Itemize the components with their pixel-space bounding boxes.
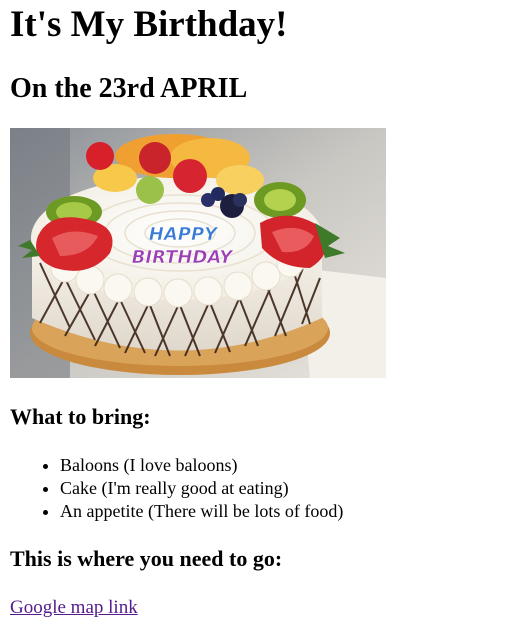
svg-text:BIRTHDAY: BIRTHDAY bbox=[132, 247, 235, 268]
google-map-link[interactable]: Google map link bbox=[10, 596, 138, 620]
page-content: It's My Birthday! On the 23rd APRIL HAPP… bbox=[0, 0, 508, 620]
what-to-bring-heading: What to bring: bbox=[10, 404, 151, 429]
list-item: An appetite (There will be lots of food) bbox=[60, 500, 508, 523]
cake-image: HAPPY BIRTHDAY bbox=[10, 128, 386, 378]
page-title: It's My Birthday! bbox=[10, 4, 288, 45]
svg-text:HAPPY: HAPPY bbox=[149, 224, 219, 245]
list-item: Cake (I'm really good at eating) bbox=[60, 477, 508, 500]
directions-heading: This is where you need to go: bbox=[10, 546, 283, 571]
list-item: Baloons (I love baloons) bbox=[60, 454, 508, 477]
bring-list: Baloons (I love baloons) Cake (I'm reall… bbox=[10, 454, 508, 523]
date-heading: On the 23rd APRIL bbox=[10, 73, 248, 104]
